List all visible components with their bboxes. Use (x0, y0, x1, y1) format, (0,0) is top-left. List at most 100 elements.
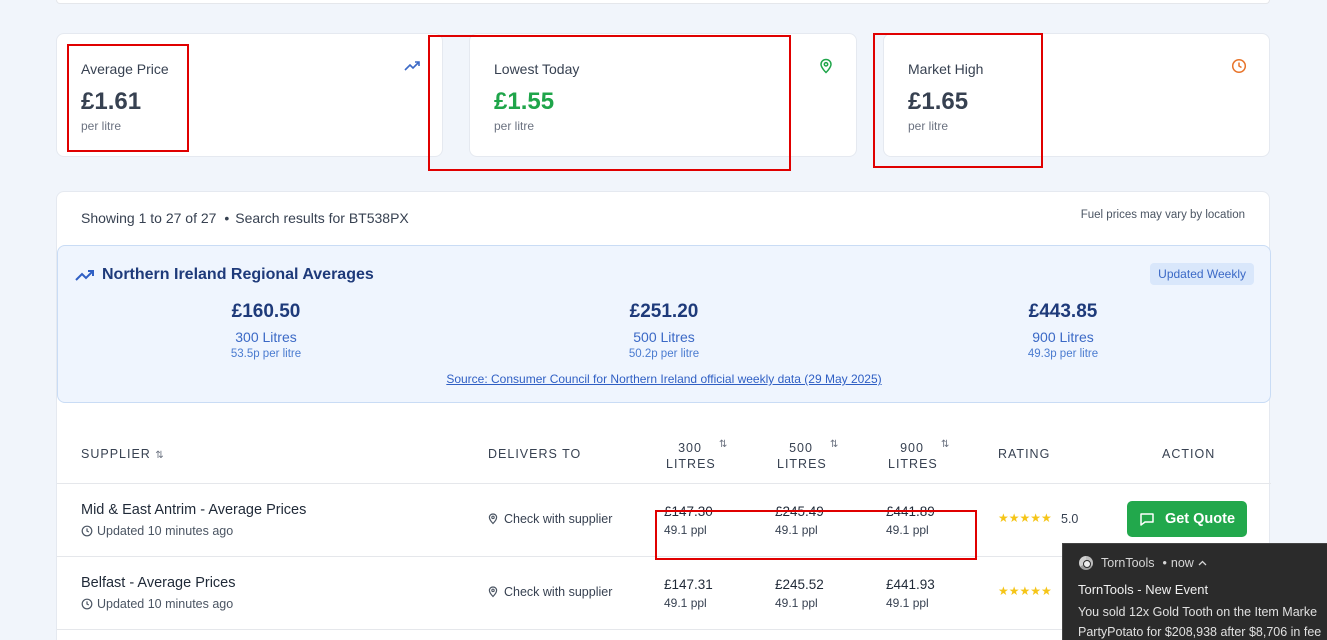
header-300-litres-label: LITRES (666, 457, 716, 471)
ppl-900: 49.1 ppl (886, 523, 929, 537)
separator-dot: • (224, 210, 230, 226)
header-supplier[interactable]: SUPPLIER ⇅ (81, 447, 164, 461)
regional-ppl: 53.5p per litre (230, 348, 302, 360)
header-500-litres-label: LITRES (777, 457, 827, 471)
rating-value: 5.0 (1061, 512, 1079, 526)
regional-amount: £443.85 (1028, 301, 1098, 322)
ppl-500: 49.1 ppl (775, 523, 818, 537)
notification-header: TornTools • now (1079, 556, 1207, 570)
header-supplier-label: SUPPLIER (81, 447, 151, 461)
header-rating: RATING (998, 447, 1051, 461)
average-price-card: Average Price £1.61 per litre (56, 33, 443, 157)
notification-dot: • (1162, 556, 1167, 570)
trending-up-icon (404, 61, 420, 71)
regional-averages-title: Northern Ireland Regional Averages (102, 266, 374, 283)
updated-weekly-badge: Updated Weekly (1150, 263, 1254, 285)
regional-ppl: 50.2p per litre (628, 348, 700, 360)
notification-toast[interactable]: TornTools • now TornTools - New Event Yo… (1062, 543, 1327, 640)
average-price-unit: per litre (81, 119, 122, 133)
regional-litres: 300 Litres (235, 329, 297, 345)
delivers-to-cell: Check with supplier (488, 585, 612, 599)
showing-count: Showing 1 to 27 of 27 (81, 210, 217, 226)
get-quote-button[interactable]: Get Quote (1127, 501, 1247, 537)
regional-averages-box: Northern Ireland Regional Averages Updat… (57, 245, 1271, 403)
notification-body: You sold 12x Gold Tooth on the Item Mark… (1078, 602, 1321, 640)
ppl-500: 49.1 ppl (775, 596, 818, 610)
header-300-litres[interactable]: 300 LITRES (666, 440, 716, 472)
header-300-number: 300 (678, 441, 702, 455)
regional-average-500: £251.20 500 Litres 50.2p per litre (564, 301, 764, 360)
regional-ppl: 49.3p per litre (1027, 348, 1099, 360)
trending-up-icon (75, 270, 94, 281)
search-results-text: Search results for BT538PX (235, 210, 409, 226)
supplier-updated: Updated 10 minutes ago (81, 597, 233, 611)
notification-title: TornTools - New Event (1078, 582, 1209, 597)
top-card-edge (56, 0, 1270, 4)
regional-average-300: £160.50 300 Litres 53.5p per litre (166, 301, 366, 360)
price-300: £147.31 (664, 577, 713, 592)
clock-icon (1231, 58, 1247, 74)
supplier-updated: Updated 10 minutes ago (81, 524, 233, 538)
supplier-name[interactable]: Mid & East Antrim - Average Prices (81, 502, 306, 518)
sort-icon[interactable]: ⇅ (719, 439, 727, 450)
market-high-label: Market High (908, 61, 984, 77)
clock-icon (81, 525, 93, 537)
clock-icon (81, 598, 93, 610)
lowest-today-unit: per litre (494, 119, 535, 133)
price-500: £245.49 (775, 504, 824, 519)
get-quote-label: Get Quote (1164, 511, 1236, 527)
notification-app: TornTools (1101, 556, 1155, 570)
header-900-litres[interactable]: 900 LITRES (888, 440, 938, 472)
chevron-up-icon[interactable] (1198, 560, 1207, 566)
ppl-300: 49.1 ppl (664, 596, 707, 610)
market-high-unit: per litre (908, 119, 949, 133)
chrome-icon (1079, 556, 1093, 570)
delivers-text: Check with supplier (504, 585, 613, 599)
delivers-to-cell: Check with supplier (488, 512, 612, 526)
price-variation-note: Fuel prices may vary by location (1080, 209, 1245, 221)
market-high-card: Market High £1.65 per litre (883, 33, 1270, 157)
star-rating: ★★★★★ (998, 511, 1052, 525)
regional-amount: £160.50 (231, 301, 301, 322)
star-rating: ★★★★★ (998, 584, 1052, 598)
lowest-today-label: Lowest Today (494, 61, 580, 77)
average-price-value: £1.61 (81, 88, 142, 115)
updated-text: Updated 10 minutes ago (97, 524, 234, 538)
sort-icon: ⇅ (155, 450, 164, 461)
regional-litres: 500 Litres (633, 329, 695, 345)
source-link[interactable]: Source: Consumer Council for Northern Ir… (58, 372, 1270, 386)
results-summary: Showing 1 to 27 of 27 • Search results fo… (81, 210, 409, 226)
ppl-300: 49.1 ppl (664, 523, 707, 537)
average-price-label: Average Price (81, 61, 169, 77)
header-500-litres[interactable]: 500 LITRES (777, 440, 827, 472)
message-icon (1140, 512, 1154, 526)
lowest-today-value: £1.55 (494, 88, 555, 115)
price-900: £441.93 (886, 577, 935, 592)
header-900-litres-label: LITRES (888, 457, 938, 471)
regional-litres: 900 Litres (1032, 329, 1094, 345)
header-900-number: 900 (900, 441, 924, 455)
ppl-900: 49.1 ppl (886, 596, 929, 610)
sort-icon[interactable]: ⇅ (941, 439, 949, 450)
notification-line: PartyPotato for $208,938 after $8,706 in… (1078, 625, 1322, 639)
header-action: ACTION (1162, 447, 1216, 461)
price-500: £245.52 (775, 577, 824, 592)
supplier-name[interactable]: Belfast - Average Prices (81, 575, 235, 591)
price-900: £441.89 (886, 504, 935, 519)
header-delivers-to: DELIVERS TO (488, 447, 582, 461)
map-pin-icon (820, 58, 832, 74)
notification-line: You sold 12x Gold Tooth on the Item Mark… (1078, 605, 1318, 619)
price-300: £147.30 (664, 504, 713, 519)
updated-text: Updated 10 minutes ago (97, 597, 234, 611)
sort-icon[interactable]: ⇅ (830, 439, 838, 450)
regional-amount: £251.20 (629, 301, 699, 322)
lowest-today-card: Lowest Today £1.55 per litre (469, 33, 857, 157)
header-500-number: 500 (789, 441, 813, 455)
delivers-text: Check with supplier (504, 512, 613, 526)
map-pin-icon (488, 586, 498, 598)
regional-average-900: £443.85 900 Litres 49.3p per litre (963, 301, 1163, 360)
row-divider (57, 483, 1271, 484)
map-pin-icon (488, 513, 498, 525)
notification-time: now (1170, 556, 1194, 570)
market-high-value: £1.65 (908, 88, 969, 115)
